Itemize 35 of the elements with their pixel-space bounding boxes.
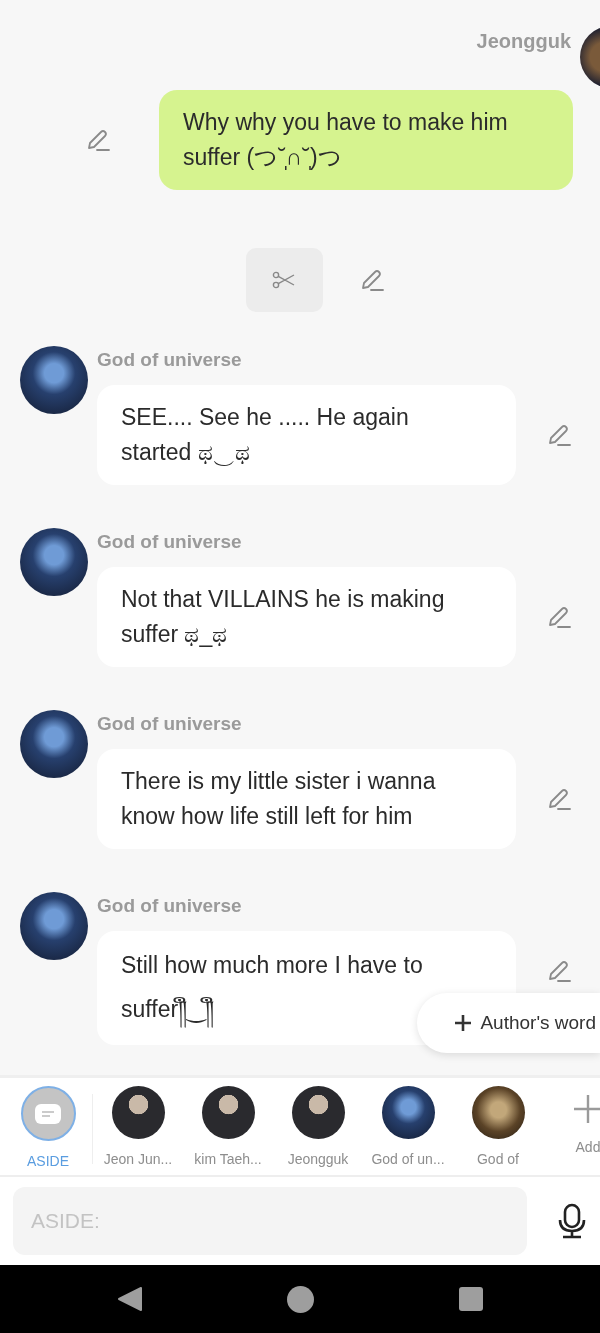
character-item[interactable]: Add bbox=[543, 1082, 600, 1155]
sender-name: Jeongguk bbox=[476, 29, 571, 53]
avatar bbox=[291, 1086, 345, 1139]
sender-name: God of universe bbox=[97, 349, 243, 371]
microphone-icon[interactable] bbox=[557, 1203, 587, 1239]
character-item[interactable]: kim Taeh... bbox=[183, 1086, 273, 1167]
note-icon bbox=[35, 1103, 61, 1124]
pencil-icon[interactable] bbox=[546, 786, 572, 812]
avatar bbox=[471, 1086, 525, 1139]
plus-icon bbox=[573, 1093, 600, 1124]
message-bubble: There is my little sister i wanna know how life still left for him bbox=[97, 749, 516, 849]
sender-name: God of universe bbox=[97, 531, 243, 553]
message-bubble: Why why you have to make him suffer (つ˘̩∩˘̩)つ bbox=[159, 90, 573, 190]
sender-name: God of universe bbox=[97, 713, 243, 735]
character-item[interactable]: God of un... bbox=[363, 1086, 453, 1167]
home-icon[interactable] bbox=[287, 1285, 315, 1313]
authors-word-button[interactable]: Author's word bbox=[417, 993, 600, 1053]
pencil-icon[interactable] bbox=[546, 958, 572, 984]
character-item[interactable]: Jeon Jun... bbox=[93, 1086, 183, 1167]
pencil-icon[interactable] bbox=[546, 422, 572, 448]
avatar bbox=[111, 1086, 165, 1139]
message-bubble: Not that VILLAINS he is making suffer ಥ_ಥ bbox=[97, 567, 516, 667]
avatar bbox=[381, 1086, 435, 1139]
sender-name: God of universe bbox=[97, 895, 243, 917]
pencil-icon[interactable] bbox=[85, 127, 111, 153]
message-bubble: SEE.... See he ..... He again started ಥ‿ಥ bbox=[97, 385, 516, 485]
plus-icon bbox=[454, 1014, 473, 1032]
character-item[interactable]: ASIDE bbox=[4, 1086, 92, 1169]
character-item[interactable]: God of bbox=[453, 1086, 543, 1167]
pencil-icon[interactable] bbox=[546, 604, 572, 630]
scissors-icon bbox=[272, 271, 296, 289]
character-item[interactable]: Jeongguk bbox=[273, 1086, 363, 1167]
recents-icon[interactable] bbox=[458, 1287, 483, 1311]
avatar bbox=[201, 1086, 255, 1139]
back-icon[interactable] bbox=[117, 1286, 144, 1312]
